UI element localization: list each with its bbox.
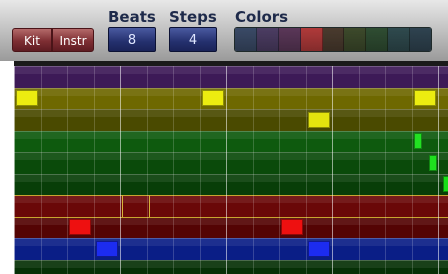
grid-column-divider [93,66,95,274]
grid-column-divider [332,66,333,274]
grid-column-divider [120,66,121,274]
grid-row-divider [14,238,448,239]
steps-label: Steps [169,8,217,26]
grid-row-1 [14,66,448,88]
note-cell[interactable] [429,154,438,171]
grid-row-divider [14,259,448,261]
grid-column-divider [279,66,280,274]
grid-column-divider [438,66,439,274]
grid-row-6 [14,173,448,195]
color-swatch-4[interactable] [300,28,323,51]
note-cell[interactable] [413,90,436,106]
grid-row-2 [14,87,448,109]
grid-row-divider [14,152,448,153]
grid-row-divider [14,66,448,67]
sequencer-grid[interactable] [14,66,448,274]
grid-row-10 [14,259,448,274]
grid-column-divider [146,66,148,274]
grid-column-divider [173,66,174,274]
grid-column-divider [411,66,413,274]
note-cell[interactable] [442,176,448,192]
grid-column-divider [14,66,15,274]
beats-label: Beats [108,8,156,26]
toolbar: Kit Instr Beats 8 Steps 4 Colors [0,0,448,61]
grid-left-margin [0,61,14,274]
grid-row-7 [14,195,448,217]
grid-row-divider [14,216,448,218]
grid-column-divider [358,66,360,274]
playhead-marker [148,195,150,217]
grid-row-divider [14,130,448,132]
kit-mode-button[interactable]: Kit [12,28,52,52]
color-swatch-8[interactable] [388,28,411,51]
note-cell[interactable] [201,90,224,106]
beats-field[interactable]: 8 [108,27,156,52]
grid-row-9 [14,238,448,260]
color-swatch-3[interactable] [278,28,301,51]
colors-label: Colors [235,8,289,26]
grid-column-divider [67,66,68,274]
color-swatch-5[interactable] [322,28,345,51]
grid-column-divider [252,66,254,274]
note-cell[interactable] [95,240,118,257]
grid-row-3 [14,109,448,131]
note-cell[interactable] [307,111,330,128]
grid-row-divider [14,173,448,175]
note-cell[interactable] [69,219,91,235]
note-cell[interactable] [307,240,330,257]
note-cell[interactable] [16,90,38,106]
grid-row-5 [14,152,448,174]
color-swatch-6[interactable] [344,28,367,51]
color-swatch-9[interactable] [410,28,431,51]
grid-row-divider [14,87,448,89]
grid-column-divider [385,66,386,274]
steps-field[interactable]: 4 [169,27,217,52]
grid-row-4 [14,130,448,152]
color-palette [234,27,432,52]
grid-column-divider [40,66,42,274]
note-cell[interactable] [413,133,422,149]
grid-column-divider [199,66,201,274]
playhead-marker [122,195,123,217]
color-swatch-2[interactable] [256,28,279,51]
grid-column-divider [305,66,307,274]
grid-row-divider [14,195,448,196]
grid-row-divider [14,109,448,110]
color-swatch-7[interactable] [366,28,389,51]
note-cell[interactable] [281,219,303,235]
color-swatch-1[interactable] [235,28,257,51]
grid-column-divider [226,66,227,274]
instr-mode-button[interactable]: Instr [52,28,94,52]
